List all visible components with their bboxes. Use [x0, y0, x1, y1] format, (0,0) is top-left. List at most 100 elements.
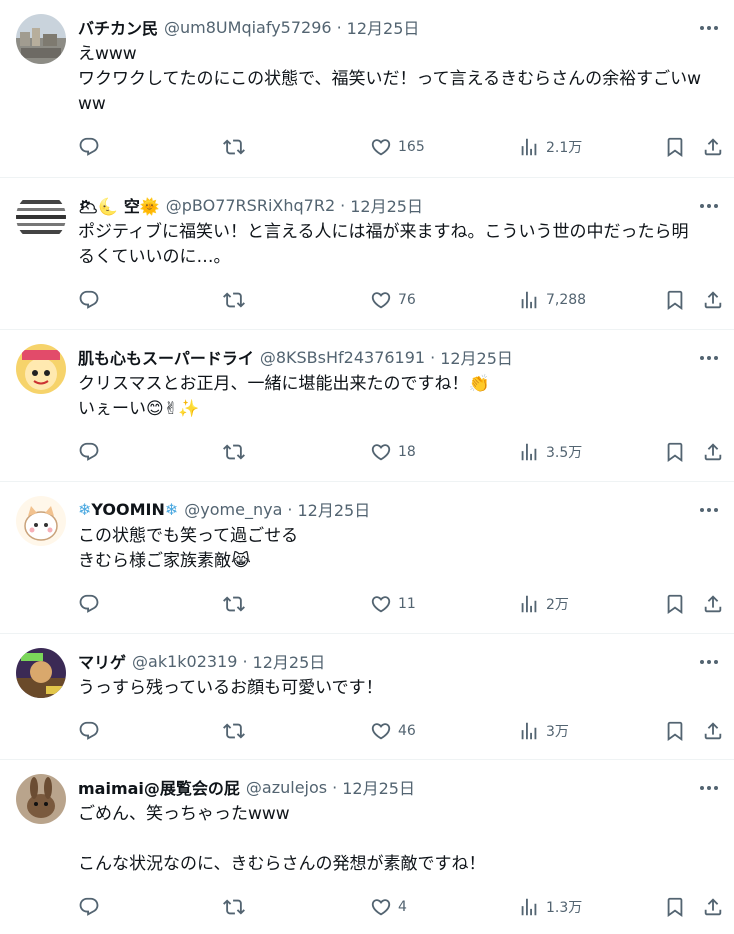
tweet[interactable]: ❄YOOMIN❄ @yome_nya · 12月25日 この状態でも笑って過ごせ…: [0, 482, 734, 634]
reply-button[interactable]: [78, 895, 100, 919]
display-name[interactable]: maimai@展覧会の屁: [78, 775, 240, 799]
separator-dot: ·: [430, 347, 436, 367]
separator-dot: ·: [336, 17, 342, 37]
display-name-text: 空: [123, 197, 140, 216]
share-button[interactable]: [702, 440, 724, 464]
share-button[interactable]: [702, 288, 724, 312]
cartoon-avatar[interactable]: [16, 344, 66, 394]
views-button[interactable]: 3.5万: [518, 440, 582, 464]
tweet-header: maimai@展覧会の屁 @azulejos · 12月25日: [78, 772, 714, 802]
tweet-date[interactable]: 12月25日: [350, 193, 423, 217]
tweet[interactable]: バチカン民 @um8UMqiafy57296 · 12月25日 えwww ワクワ…: [0, 0, 734, 178]
share-button[interactable]: [702, 135, 724, 159]
display-name[interactable]: ❄YOOMIN❄: [78, 500, 178, 519]
more-options-button[interactable]: [700, 652, 718, 672]
striped-avatar[interactable]: [16, 192, 66, 242]
bookmark-button[interactable]: [664, 719, 686, 743]
tweet-date[interactable]: 12月25日: [347, 15, 420, 39]
separator-dot: ·: [340, 195, 346, 215]
city-photo-avatar[interactable]: [16, 14, 66, 64]
share-button[interactable]: [702, 592, 724, 616]
like-button[interactable]: 76: [370, 288, 416, 312]
smile-icon: 😊: [146, 399, 164, 419]
tweet-text-line: この状態でも笑って過ごせる: [78, 526, 299, 546]
user-handle[interactable]: @yome_nya: [184, 500, 282, 519]
like-button[interactable]: 46: [370, 719, 416, 743]
retweet-icon: [223, 593, 245, 615]
cat-illustration-avatar[interactable]: [16, 496, 66, 546]
views-button[interactable]: 2万: [518, 592, 569, 616]
views-chart-icon: [518, 441, 540, 463]
tweet-date[interactable]: 12月25日: [342, 775, 415, 799]
retweet-button[interactable]: [223, 719, 245, 743]
user-handle[interactable]: @ak1k02319: [132, 652, 237, 671]
reply-button[interactable]: [78, 592, 100, 616]
tweet[interactable]: 肌も心もスーパードライ @8KSBsHf24376191 · 12月25日 クリ…: [0, 330, 734, 482]
tweet-header: ❄YOOMIN❄ @yome_nya · 12月25日: [78, 494, 714, 524]
views-button[interactable]: 7,288: [518, 288, 586, 312]
game-avatar[interactable]: [16, 648, 66, 698]
display-name[interactable]: バチカン民: [78, 15, 158, 39]
user-handle[interactable]: @azulejos: [246, 778, 327, 797]
retweet-button[interactable]: [223, 288, 245, 312]
like-count: 11: [398, 596, 416, 612]
bookmark-button[interactable]: [664, 895, 686, 919]
tweet-date[interactable]: 12月25日: [440, 345, 513, 369]
sun-icon: 🌞: [139, 197, 160, 216]
more-options-button[interactable]: [700, 196, 718, 216]
victory-icon: ✌: [163, 399, 178, 419]
retweet-icon: [223, 289, 245, 311]
like-button[interactable]: 11: [370, 592, 416, 616]
share-icon: [702, 593, 724, 615]
more-options-button[interactable]: [700, 500, 718, 520]
views-count: 1.3万: [546, 900, 583, 916]
user-handle[interactable]: @pBO77RSRiXhq7R2: [166, 196, 335, 215]
snowflake-icon: ❄: [164, 499, 179, 519]
reply-button[interactable]: [78, 719, 100, 743]
more-options-button[interactable]: [700, 18, 718, 38]
tweet[interactable]: maimai@展覧会の屁 @azulejos · 12月25日 ごめん、笑っちゃ…: [0, 760, 734, 934]
display-name[interactable]: マリゲ: [78, 649, 126, 673]
bookmark-button[interactable]: [664, 592, 686, 616]
like-button[interactable]: 18: [370, 440, 416, 464]
tweet-date[interactable]: 12月25日: [253, 649, 326, 673]
reply-button[interactable]: [78, 288, 100, 312]
retweet-button[interactable]: [223, 135, 245, 159]
heart-icon: [370, 136, 392, 158]
views-button[interactable]: 2.1万: [518, 135, 582, 159]
rabbit-photo-avatar[interactable]: [16, 774, 66, 824]
display-name[interactable]: 🌥🌜 空🌞: [78, 193, 160, 217]
tweet-text: えwww ワクワクしてたのにこの状態で、福笑いだ！って言えるきむらさんの余裕すご…: [78, 44, 702, 114]
retweet-button[interactable]: [223, 592, 245, 616]
heart-icon: [370, 720, 392, 742]
bookmark-button[interactable]: [664, 440, 686, 464]
like-button[interactable]: 4: [370, 895, 407, 919]
display-name[interactable]: 肌も心もスーパードライ: [78, 345, 254, 369]
share-button[interactable]: [702, 895, 724, 919]
more-options-button[interactable]: [700, 778, 718, 798]
views-button[interactable]: 1.3万: [518, 895, 582, 919]
retweet-icon: [223, 441, 245, 463]
reply-icon: [78, 441, 100, 463]
views-button[interactable]: 3万: [518, 719, 569, 743]
reply-button[interactable]: [78, 135, 100, 159]
retweet-button[interactable]: [223, 895, 245, 919]
like-button[interactable]: 165: [370, 135, 425, 159]
tweet[interactable]: マリゲ @ak1k02319 · 12月25日 うっすら残っているお顔も可愛いで…: [0, 634, 734, 760]
bookmark-icon: [664, 720, 686, 742]
retweet-button[interactable]: [223, 440, 245, 464]
reply-button[interactable]: [78, 440, 100, 464]
bookmark-button[interactable]: [664, 288, 686, 312]
bookmark-icon: [664, 441, 686, 463]
more-options-button[interactable]: [700, 348, 718, 368]
crying-laughing-cat-icon: 😹: [231, 551, 251, 571]
tweet-date[interactable]: 12月25日: [298, 497, 371, 521]
views-count: 3.5万: [546, 445, 583, 461]
like-count: 46: [398, 723, 416, 739]
user-handle[interactable]: @8KSBsHf24376191: [260, 348, 425, 367]
bookmark-button[interactable]: [664, 135, 686, 159]
share-button[interactable]: [702, 719, 724, 743]
user-handle[interactable]: @um8UMqiafy57296: [164, 18, 332, 37]
retweet-icon: [223, 136, 245, 158]
tweet[interactable]: 🌥🌜 空🌞 @pBO77RSRiXhq7R2 · 12月25日 ポジティブに福笑…: [0, 178, 734, 330]
